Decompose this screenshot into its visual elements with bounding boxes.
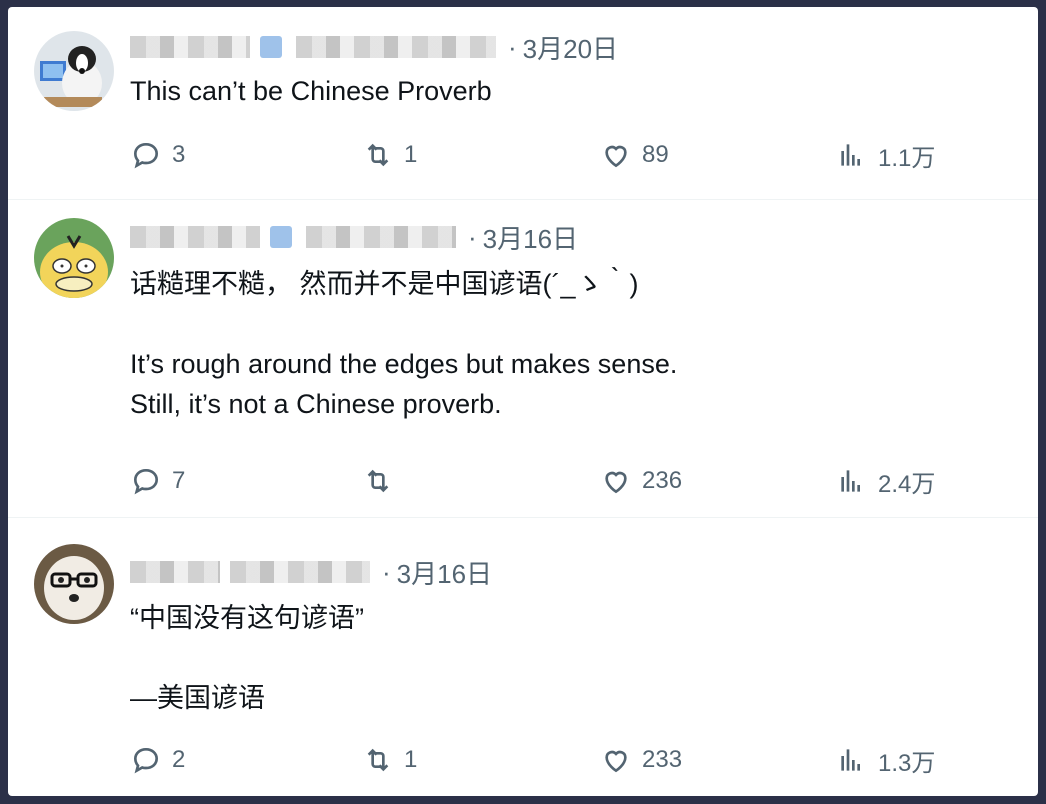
display-name-redacted[interactable] [130, 226, 260, 248]
retweet-count: 1 [404, 746, 418, 773]
reply-button[interactable]: 2 [130, 740, 185, 780]
retweet-icon [367, 748, 389, 772]
views-count: 1.3万 [878, 749, 936, 777]
views-icon [841, 470, 860, 492]
retweet-button[interactable] [362, 461, 404, 501]
tweet-date[interactable]: 3月16日 [397, 554, 492, 591]
views-icon [841, 749, 860, 771]
like-button[interactable]: 89 [600, 135, 669, 175]
reply-button[interactable]: 7 [130, 461, 185, 501]
tweet-text: “中国没有这句谚语” —美国谚语 [130, 603, 364, 713]
separator: · [382, 556, 391, 587]
like-icon [605, 145, 627, 168]
tweet-text: This can’t be Chinese Proverb [130, 76, 492, 106]
reply-count: 2 [172, 746, 186, 773]
separator: · [468, 221, 477, 252]
display-name-redacted[interactable] [130, 561, 220, 583]
reply-icon [133, 468, 159, 495]
reply-thread: · 3月20日 This can’t be Chinese Proverb 3 … [8, 7, 1038, 796]
separator: · [508, 31, 517, 62]
like-count: 233 [642, 746, 683, 773]
reply-count: 3 [172, 141, 186, 168]
reply-button[interactable]: 3 [130, 135, 185, 175]
views-button[interactable]: 1.1万 [836, 135, 935, 175]
tweet-actions: 3 1 89 1.1万 [130, 135, 990, 175]
reply-icon [133, 142, 159, 169]
tweet-actions: 7 236 2.4万 [130, 461, 990, 501]
retweet-count: 1 [404, 141, 418, 168]
retweet-icon [367, 469, 389, 493]
tweet-date[interactable]: 3月20日 [523, 29, 618, 66]
reply-icon [133, 747, 159, 774]
views-button[interactable]: 1.3万 [836, 740, 935, 780]
tweet-date[interactable]: 3月16日 [483, 219, 578, 256]
views-count: 2.4万 [878, 470, 936, 498]
like-icon [605, 471, 627, 494]
views-button[interactable]: 2.4万 [836, 461, 935, 501]
verified-badge-icon [260, 36, 282, 58]
tweet[interactable]: · 3月16日 “中国没有这句谚语” —美国谚语 2 1 233 1.3万 [8, 518, 1038, 796]
tweet-header: · 3月16日 [130, 554, 492, 590]
views-icon [841, 144, 860, 166]
tweet-header: · 3月20日 [130, 29, 618, 65]
like-button[interactable]: 236 [600, 461, 682, 501]
retweet-button[interactable]: 1 [362, 740, 417, 780]
display-name-redacted[interactable] [130, 36, 250, 58]
like-button[interactable]: 233 [600, 740, 682, 780]
like-count: 89 [642, 141, 669, 168]
tweet[interactable]: · 3月16日 话糙理不糙， 然而并不是中国谚语(´_ゝ｀) It’s roug… [8, 200, 1038, 518]
handle-redacted[interactable] [306, 226, 456, 248]
tweet-header: · 3月16日 [130, 219, 578, 255]
tweet-actions: 2 1 233 1.3万 [130, 740, 990, 780]
tweet[interactable]: · 3月20日 This can’t be Chinese Proverb 3 … [8, 7, 1038, 200]
retweet-button[interactable]: 1 [362, 135, 417, 175]
tweet-text: 话糙理不糙， 然而并不是中国谚语(´_ゝ｀) It’s rough around… [130, 269, 678, 419]
avatar[interactable] [34, 544, 114, 624]
like-icon [605, 750, 627, 773]
handle-redacted[interactable] [296, 36, 496, 58]
retweet-icon [367, 143, 389, 167]
handle-redacted[interactable] [230, 561, 370, 583]
like-count: 236 [642, 467, 683, 494]
views-count: 1.1万 [878, 144, 936, 172]
reply-count: 7 [172, 467, 186, 494]
avatar[interactable] [34, 218, 114, 298]
avatar[interactable] [34, 31, 114, 111]
verified-badge-icon [270, 226, 292, 248]
